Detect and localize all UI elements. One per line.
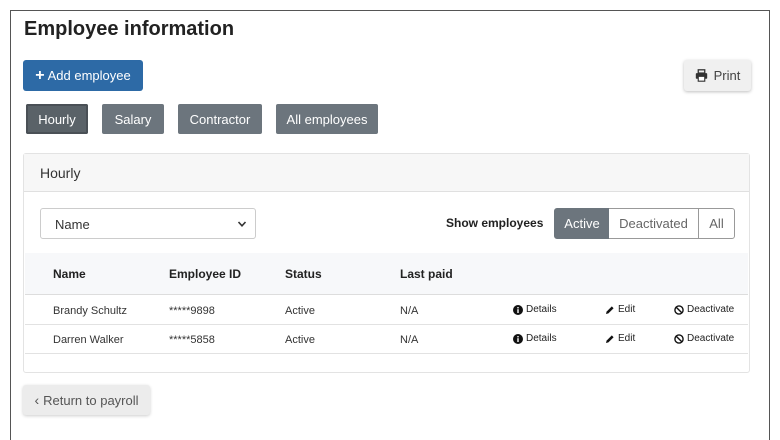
card-title: Hourly — [40, 165, 81, 181]
sort-select[interactable]: Name — [40, 208, 256, 239]
print-button[interactable]: Print — [684, 60, 751, 91]
info-icon — [513, 333, 523, 344]
cell-employee-id: *****5858 — [169, 334, 215, 346]
cell-name: Brandy Schultz — [53, 305, 127, 317]
table-header: Name Employee ID Status Last paid — [25, 253, 748, 295]
cell-name: Darren Walker — [53, 334, 124, 346]
cell-status: Active — [285, 334, 315, 346]
cell-employee-id: *****9898 — [169, 305, 215, 317]
return-to-payroll-label: Return to payroll — [43, 392, 139, 408]
details-link[interactable]: Details — [513, 304, 557, 315]
column-header-last-paid: Last paid — [400, 267, 453, 281]
table-row: Brandy Schultz *****9898 Active N/A Deta… — [25, 296, 748, 325]
details-link[interactable]: Details — [513, 333, 557, 344]
filter-salary-button[interactable]: Salary — [102, 104, 164, 134]
card-header: Hourly — [24, 154, 749, 192]
column-header-employee-id: Employee ID — [169, 267, 242, 281]
edit-link[interactable]: Edit — [605, 304, 635, 315]
pencil-icon — [606, 305, 614, 314]
details-label: Details — [526, 333, 557, 344]
info-icon — [513, 304, 523, 315]
column-header-status: Status — [285, 267, 322, 281]
deactivate-label: Deactivate — [687, 333, 735, 344]
chevron-left-icon: ‹ — [34, 392, 40, 408]
add-employee-button[interactable]: + Add employee — [23, 60, 143, 91]
cell-last-paid: N/A — [400, 334, 419, 346]
add-employee-label: Add employee — [47, 68, 131, 83]
sort-select-value: Name — [55, 217, 90, 232]
edit-label: Edit — [618, 333, 636, 344]
edit-link[interactable]: Edit — [605, 333, 635, 344]
deactivate-link[interactable]: Deactivate — [674, 304, 734, 315]
deactivate-link[interactable]: Deactivate — [674, 333, 734, 344]
details-label: Details — [526, 304, 557, 315]
show-employees-label: Show employees — [446, 216, 544, 230]
edit-label: Edit — [618, 304, 636, 315]
employee-card: Hourly Name Show employees Active Deacti… — [23, 153, 750, 373]
cell-status: Active — [285, 305, 315, 317]
table-row: Darren Walker *****5858 Active N/A Detai… — [25, 325, 748, 354]
ban-icon — [674, 333, 684, 344]
show-deactivated-toggle[interactable]: Deactivated — [609, 208, 699, 239]
print-label: Print — [713, 68, 741, 83]
pencil-icon — [606, 334, 614, 343]
filter-contractor-button[interactable]: Contractor — [178, 104, 262, 134]
chevron-down-icon — [237, 221, 247, 227]
cell-last-paid: N/A — [400, 305, 419, 317]
filter-all-employees-button[interactable]: All employees — [276, 104, 378, 134]
show-all-toggle[interactable]: All — [698, 208, 735, 239]
show-active-toggle[interactable]: Active — [554, 208, 610, 239]
print-icon — [695, 69, 707, 82]
ban-icon — [674, 304, 684, 315]
plus-icon: + — [35, 66, 45, 84]
filter-hourly-button[interactable]: Hourly — [26, 104, 88, 134]
return-to-payroll-button[interactable]: ‹ Return to payroll — [23, 385, 150, 415]
column-header-name: Name — [53, 267, 86, 281]
page-title: Employee information — [24, 18, 235, 40]
deactivate-label: Deactivate — [687, 304, 735, 315]
